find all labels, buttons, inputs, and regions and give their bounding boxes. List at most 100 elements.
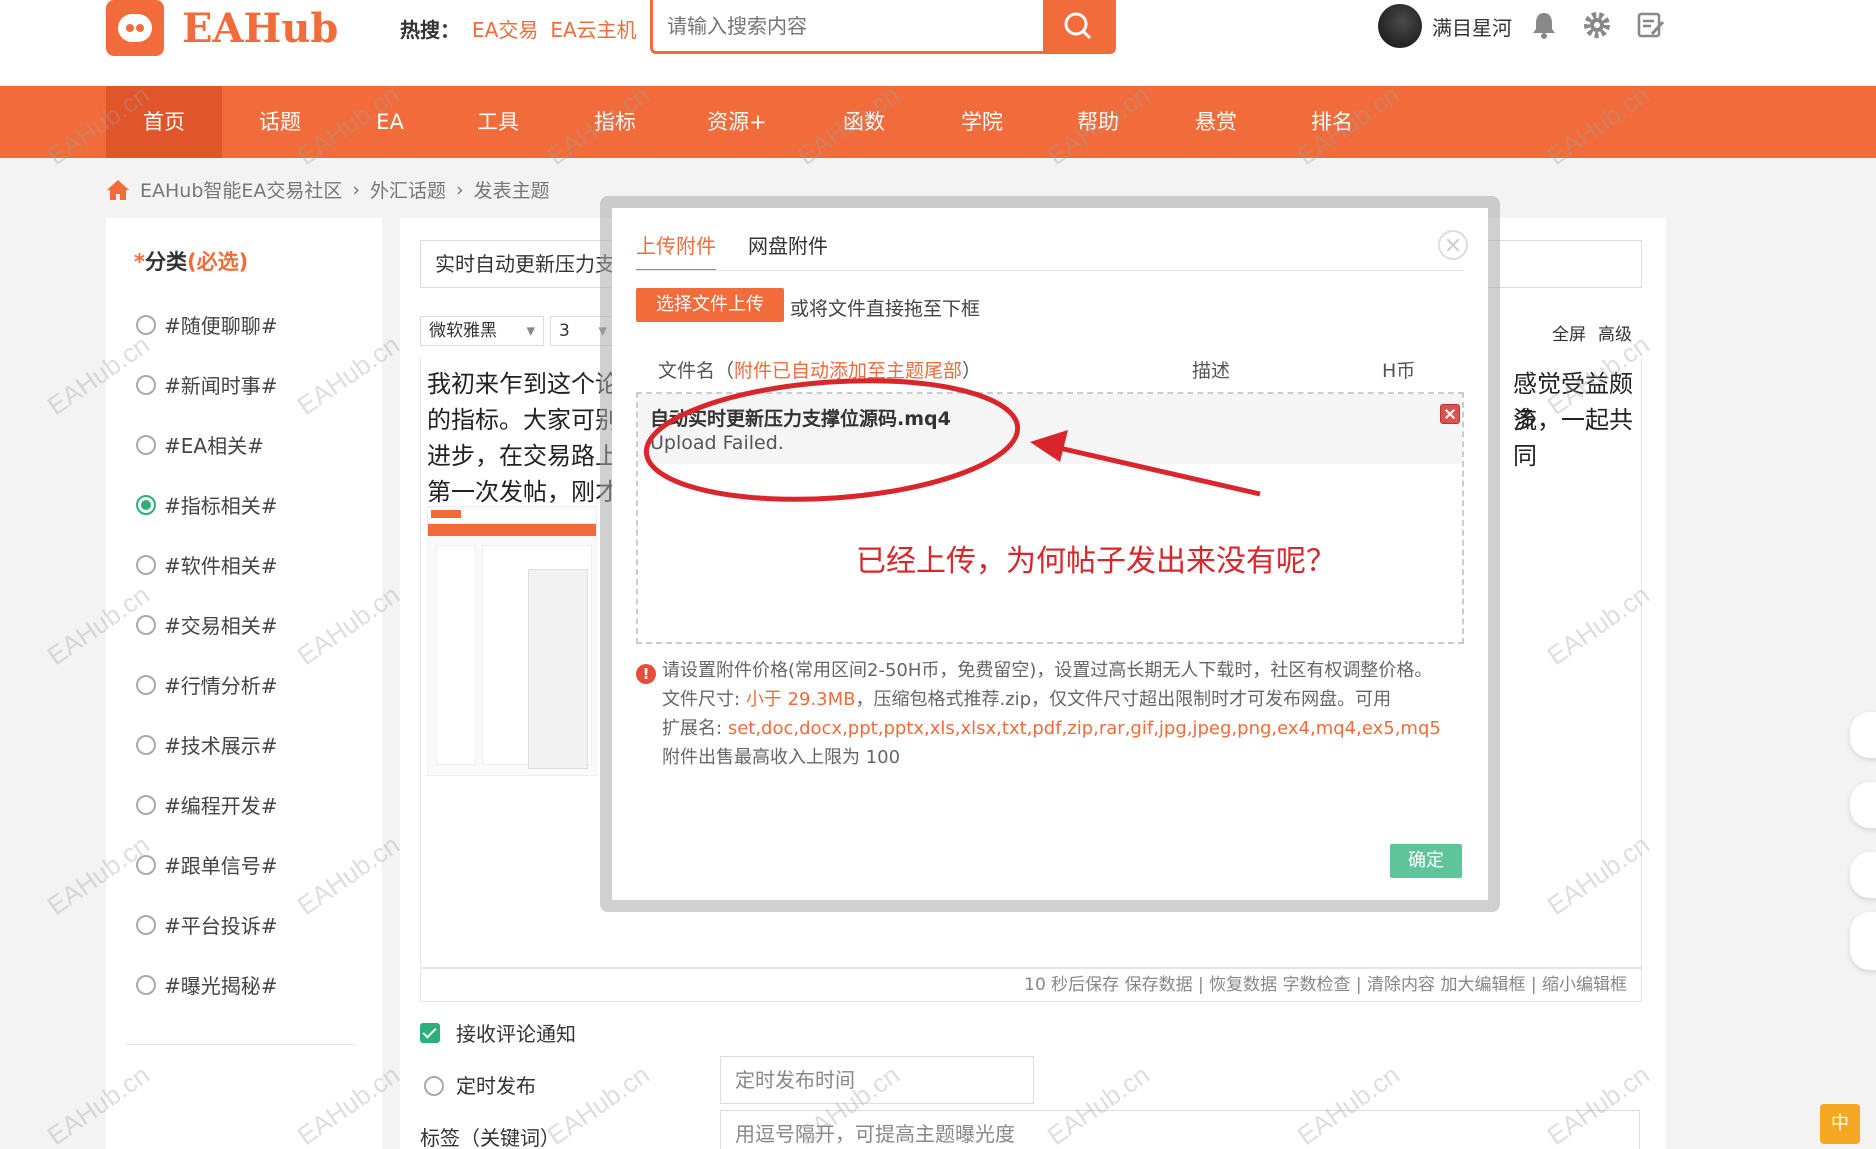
nav-ranking[interactable]: 排名: [1292, 86, 1372, 158]
breadcrumb-current: 发表主题: [473, 180, 550, 202]
search-box: [650, 0, 1116, 54]
category-title: *分类(必选): [134, 250, 249, 274]
category-option[interactable]: #行情分析#: [136, 670, 278, 699]
radio-button[interactable]: [424, 1076, 444, 1096]
search-icon: [1064, 12, 1092, 39]
site-logo[interactable]: EAHub: [106, 0, 338, 56]
breadcrumb-home[interactable]: EAHub智能EA交易社区: [140, 176, 342, 203]
auto-append-link[interactable]: 附件已自动添加至主题尾部: [734, 360, 962, 382]
category-option[interactable]: #曝光揭秘#: [136, 970, 278, 999]
radio-button[interactable]: [136, 434, 156, 455]
float-action-button[interactable]: [1850, 712, 1876, 758]
radio-button[interactable]: [136, 554, 156, 575]
nav-indicators[interactable]: 指标: [575, 86, 655, 158]
upload-notice: ! 请设置附件价格(常用区间2-50H币，免费留空)，设置过高长期无人下载时，社区…: [636, 656, 1476, 772]
radio-button[interactable]: [136, 674, 156, 695]
breadcrumb-separator: ›: [456, 178, 464, 201]
col-description: 描述: [1192, 360, 1231, 382]
nav-tools[interactable]: 工具: [458, 86, 538, 158]
radio-button[interactable]: [136, 854, 156, 875]
file-name: 自动实时更新压力支撑位源码.mq4: [650, 408, 951, 430]
category-option[interactable]: #交易相关#: [136, 610, 278, 639]
category-option[interactable]: #平台投诉#: [136, 910, 278, 939]
col-price: H币: [1382, 360, 1416, 382]
nav-resources[interactable]: 资源+: [692, 86, 782, 158]
nav-home[interactable]: 首页: [106, 86, 222, 158]
main-nav: 首页 话题 EA 工具 指标 资源+ 函数 学院 帮助 悬赏 排名: [0, 86, 1876, 158]
hot-link-ea-vps[interactable]: EA云主机: [550, 14, 636, 43]
search-input[interactable]: [653, 0, 1043, 51]
breadcrumb: EAHub智能EA交易社区 › 外汇话题 › 发表主题: [106, 176, 550, 203]
logo-text: EAHub: [182, 4, 339, 52]
gear-icon[interactable]: [1582, 10, 1612, 40]
user-menu[interactable]: 满目星河: [1378, 4, 1512, 48]
radio-button[interactable]: [136, 614, 156, 635]
divider: [126, 1044, 356, 1045]
schedule-option[interactable]: 定时发布: [424, 1070, 536, 1099]
category-option[interactable]: #随便聊聊#: [136, 310, 278, 339]
upload-file-row: 自动实时更新压力支撑位源码.mq4 Upload Failed.: [638, 394, 1462, 464]
avatar[interactable]: [1378, 4, 1422, 48]
editor-status-bar[interactable]: 10 秒后保存 保存数据 | 恢复数据 字数检查 | 清除内容 加大编辑框 | …: [420, 968, 1642, 1002]
nav-help[interactable]: 帮助: [1058, 86, 1138, 158]
category-option[interactable]: #新闻时事#: [136, 370, 278, 399]
ime-indicator[interactable]: 中: [1820, 1104, 1860, 1144]
drag-hint: 或将文件直接拖至下框: [790, 298, 981, 320]
nav-functions[interactable]: 函数: [824, 86, 904, 158]
annotation-question: 已经上传，为何帖子发出来没有呢？: [856, 544, 1336, 579]
category-option[interactable]: #EA相关#: [136, 430, 264, 459]
notify-option[interactable]: 接收评论通知: [420, 1018, 576, 1047]
nav-ea[interactable]: EA: [350, 86, 430, 158]
select-file-upload-button[interactable]: 选择文件上传: [636, 288, 784, 322]
font-family-select[interactable]: 微软雅黑 ▾: [420, 316, 544, 346]
radio-button[interactable]: [136, 374, 156, 395]
robot-logo-icon: [106, 0, 164, 56]
category-option[interactable]: #编程开发#: [136, 790, 278, 819]
float-action-button[interactable]: [1850, 782, 1876, 828]
advanced-button[interactable]: 高级: [1598, 320, 1632, 345]
back-arrow-icon[interactable]: [1850, 912, 1876, 970]
hot-search: 热搜： EA交易 EA云主机: [400, 14, 637, 43]
confirm-button[interactable]: 确定: [1390, 844, 1462, 878]
tab-upload-attachment[interactable]: 上传附件: [636, 230, 716, 271]
breadcrumb-separator: ›: [352, 178, 361, 201]
nav-topics[interactable]: 话题: [240, 86, 320, 158]
delete-file-icon[interactable]: [1440, 404, 1460, 424]
close-icon[interactable]: [1438, 230, 1468, 260]
fullscreen-button[interactable]: 全屏: [1552, 320, 1586, 345]
category-option[interactable]: #技术展示#: [136, 730, 278, 759]
category-option[interactable]: #软件相关#: [136, 550, 278, 579]
category-option-selected[interactable]: #指标相关#: [136, 490, 278, 519]
edit-note-icon[interactable]: [1636, 10, 1666, 40]
breadcrumb-forum[interactable]: 外汇话题: [370, 176, 446, 203]
warning-icon: !: [636, 664, 656, 684]
category-option[interactable]: #跟单信号#: [136, 850, 278, 879]
file-drop-zone[interactable]: 自动实时更新压力支撑位源码.mq4 Upload Failed.: [636, 392, 1464, 644]
radio-button[interactable]: [136, 314, 156, 335]
upload-status: Upload Failed.: [650, 432, 784, 454]
radio-button[interactable]: [136, 794, 156, 815]
tab-divider: [636, 270, 1464, 271]
radio-button[interactable]: [136, 734, 156, 755]
bell-icon[interactable]: [1530, 10, 1558, 40]
checkbox-checked[interactable]: [420, 1022, 440, 1043]
hot-link-ea-trade[interactable]: EA交易: [472, 14, 538, 43]
category-sidebar: *分类(必选) #随便聊聊# #新闻时事# #EA相关# #指标相关# #软件相…: [106, 218, 382, 1149]
schedule-time-input[interactable]: 定时发布时间: [720, 1056, 1034, 1104]
home-icon[interactable]: [106, 179, 130, 201]
hot-search-label: 热搜：: [400, 18, 460, 42]
float-action-button[interactable]: [1850, 852, 1876, 898]
tags-input[interactable]: 用逗号隔开，可提高主题曝光度: [720, 1110, 1640, 1149]
nav-bounty[interactable]: 悬赏: [1176, 86, 1256, 158]
toolbar-right: 全屏 高级: [1552, 320, 1632, 345]
nav-academy[interactable]: 学院: [942, 86, 1022, 158]
radio-button[interactable]: [136, 974, 156, 995]
radio-button-checked[interactable]: [136, 494, 156, 515]
col-filename: 文件名（附件已自动添加至主题尾部）: [658, 360, 982, 382]
search-button[interactable]: [1043, 0, 1113, 51]
tab-cloud-attachment[interactable]: 网盘附件: [748, 230, 828, 259]
radio-button[interactable]: [136, 914, 156, 935]
embedded-screenshot-image: [427, 506, 597, 776]
top-header: EAHub 热搜： EA交易 EA云主机 满目星河: [0, 0, 1876, 86]
username[interactable]: 满目星河: [1432, 12, 1512, 41]
